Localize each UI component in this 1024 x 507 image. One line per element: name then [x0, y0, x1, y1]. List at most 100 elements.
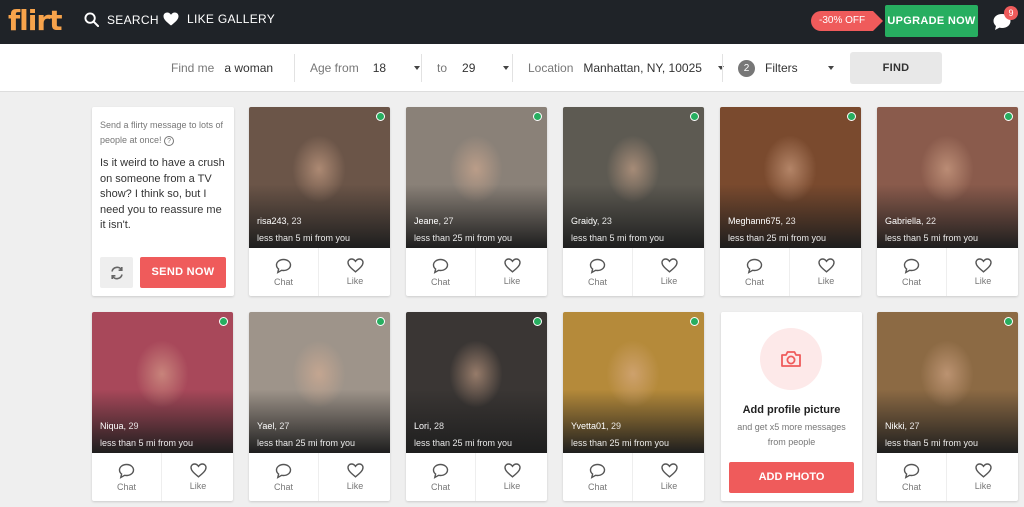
like-label: Like [974, 276, 992, 286]
profile-card[interactable]: Graidy, 23 less than 5 mi from you Chat … [563, 107, 704, 296]
profile-name-age: Jeane, 27 [414, 216, 454, 226]
profile-age: 28 [434, 421, 445, 431]
profile-card[interactable]: Yvetta01, 29 less than 25 mi from you Ch… [563, 312, 704, 501]
profile-card[interactable]: Niqua, 29 less than 5 mi from you Chat L… [92, 312, 233, 501]
like-button[interactable]: Like [477, 453, 547, 501]
name-age-separator: , [780, 216, 786, 226]
profile-card[interactable]: Lori, 28 less than 25 mi from you Chat L… [406, 312, 547, 501]
heart-outline-icon [503, 258, 521, 273]
profile-photo[interactable]: risa243, 23 less than 5 mi from you [249, 107, 390, 248]
location-select[interactable]: Location Manhattan, NY, 10025 [528, 44, 724, 92]
profile-name-age: Gabriella, 22 [885, 216, 936, 226]
chat-button[interactable]: Chat [249, 248, 319, 296]
profile-name: Yael [257, 421, 275, 431]
heart-outline-icon [346, 258, 364, 273]
chat-label: Chat [430, 276, 450, 287]
profile-photo[interactable]: Meghann675, 23 less than 25 mi from you [720, 107, 861, 248]
like-label: Like [346, 276, 364, 286]
chat-button[interactable]: Chat [877, 453, 947, 501]
profile-card[interactable]: risa243, 23 less than 5 mi from you Chat… [249, 107, 390, 296]
profile-photo[interactable]: Graidy, 23 less than 5 mi from you [563, 107, 704, 248]
profile-distance: less than 5 mi from you [100, 438, 194, 448]
age-from-select[interactable]: Age from 18 [310, 44, 421, 92]
camera-icon-circle[interactable] [760, 328, 822, 390]
profile-photo[interactable]: Yvetta01, 29 less than 25 mi from you [563, 312, 704, 453]
chat-bubble-icon [746, 258, 763, 274]
notification-count-badge: 9 [1004, 6, 1018, 20]
chat-button[interactable]: Chat [720, 248, 790, 296]
like-label: Like [817, 276, 835, 286]
like-button[interactable]: Like [791, 248, 861, 296]
upgrade-now-button[interactable]: UPGRADE NOW [885, 5, 978, 37]
online-status-dot [533, 112, 542, 121]
chat-button[interactable]: Chat [406, 453, 476, 501]
like-button[interactable]: Like [477, 248, 547, 296]
profile-name: Graidy [571, 216, 597, 226]
like-button[interactable]: Like [634, 248, 704, 296]
profile-photo[interactable]: Yael, 27 less than 25 mi from you [249, 312, 390, 453]
like-label: Like [503, 481, 521, 491]
name-age-separator: , [904, 421, 910, 431]
profile-photo[interactable]: Gabriella, 22 less than 5 mi from you [877, 107, 1018, 248]
age-to-select[interactable]: to 29 [437, 44, 510, 92]
chat-label: Chat [901, 276, 921, 287]
profile-photo[interactable]: Nikki, 27 less than 5 mi from you [877, 312, 1018, 453]
online-status-dot [376, 317, 385, 326]
profile-age: 29 [128, 421, 139, 431]
find-button[interactable]: FIND [850, 52, 942, 84]
like-gallery-nav-link[interactable]: LIKE GALLERY [163, 12, 275, 26]
chat-button[interactable]: Chat [249, 453, 319, 501]
search-nav-link[interactable]: SEARCH [84, 12, 159, 27]
like-button[interactable]: Like [948, 248, 1018, 296]
search-filter-bar: Find me a woman Age from 18 to 29 Locati… [0, 44, 1024, 92]
chat-button[interactable]: Chat [406, 248, 476, 296]
age-to-label: to [437, 61, 448, 75]
add-photo-button[interactable]: ADD PHOTO [729, 462, 854, 493]
chevron-down-icon [827, 66, 834, 70]
add-profile-picture-card: Add profile picture and get x5 more mess… [721, 312, 862, 501]
help-icon[interactable]: ? [164, 135, 175, 146]
profile-photo[interactable]: Niqua, 29 less than 5 mi from you [92, 312, 233, 453]
find-me-select[interactable]: Find me a woman [171, 44, 273, 92]
profile-photo[interactable]: Jeane, 27 less than 25 mi from you [406, 107, 547, 248]
profile-card[interactable]: Nikki, 27 less than 5 mi from you Chat L… [877, 312, 1018, 501]
age-from-label: Age from [310, 61, 359, 75]
chat-button[interactable]: Chat [877, 248, 947, 296]
filters-dropdown[interactable]: 2 Filters [738, 44, 834, 92]
flirt-logo[interactable]: flirt [8, 4, 63, 37]
chat-button[interactable]: Chat [563, 453, 633, 501]
like-button[interactable]: Like [948, 453, 1018, 501]
profile-card[interactable]: Yael, 27 less than 25 mi from you Chat L… [249, 312, 390, 501]
profile-card[interactable]: Gabriella, 22 less than 5 mi from you Ch… [877, 107, 1018, 296]
profile-card[interactable]: Jeane, 27 less than 25 mi from you Chat … [406, 107, 547, 296]
refresh-message-button[interactable] [100, 257, 133, 288]
like-button[interactable]: Like [634, 453, 704, 501]
like-label: Like [660, 276, 678, 286]
like-button[interactable]: Like [320, 248, 390, 296]
like-button[interactable]: Like [163, 453, 233, 501]
send-now-button[interactable]: SEND NOW [140, 257, 226, 288]
like-button[interactable]: Like [320, 453, 390, 501]
profile-distance: less than 5 mi from you [885, 438, 979, 448]
profile-name: risa243 [257, 216, 287, 226]
chat-label: Chat [587, 276, 607, 287]
location-label: Location [528, 61, 574, 75]
camera-icon [781, 351, 801, 367]
location-value: Manhattan, NY, 10025 [583, 61, 702, 75]
profile-photo[interactable]: Lori, 28 less than 25 mi from you [406, 312, 547, 453]
profile-name-age: Lori, 28 [414, 421, 444, 431]
chat-button[interactable]: Chat [92, 453, 162, 501]
chat-label: Chat [430, 481, 450, 492]
search-nav-label: SEARCH [107, 12, 159, 27]
chat-bubble-icon [903, 258, 920, 274]
online-status-dot [533, 317, 542, 326]
like-gallery-nav-label: LIKE GALLERY [187, 12, 276, 26]
profile-name-age: Yael, 27 [257, 421, 289, 431]
profile-age: 27 [443, 216, 454, 226]
chat-button[interactable]: Chat [563, 248, 633, 296]
profile-card[interactable]: Meghann675, 23 less than 25 mi from you … [720, 107, 861, 296]
online-status-dot [376, 112, 385, 121]
name-age-separator: , [438, 216, 444, 226]
heart-outline-icon [503, 463, 521, 478]
chat-label: Chat [901, 481, 921, 492]
